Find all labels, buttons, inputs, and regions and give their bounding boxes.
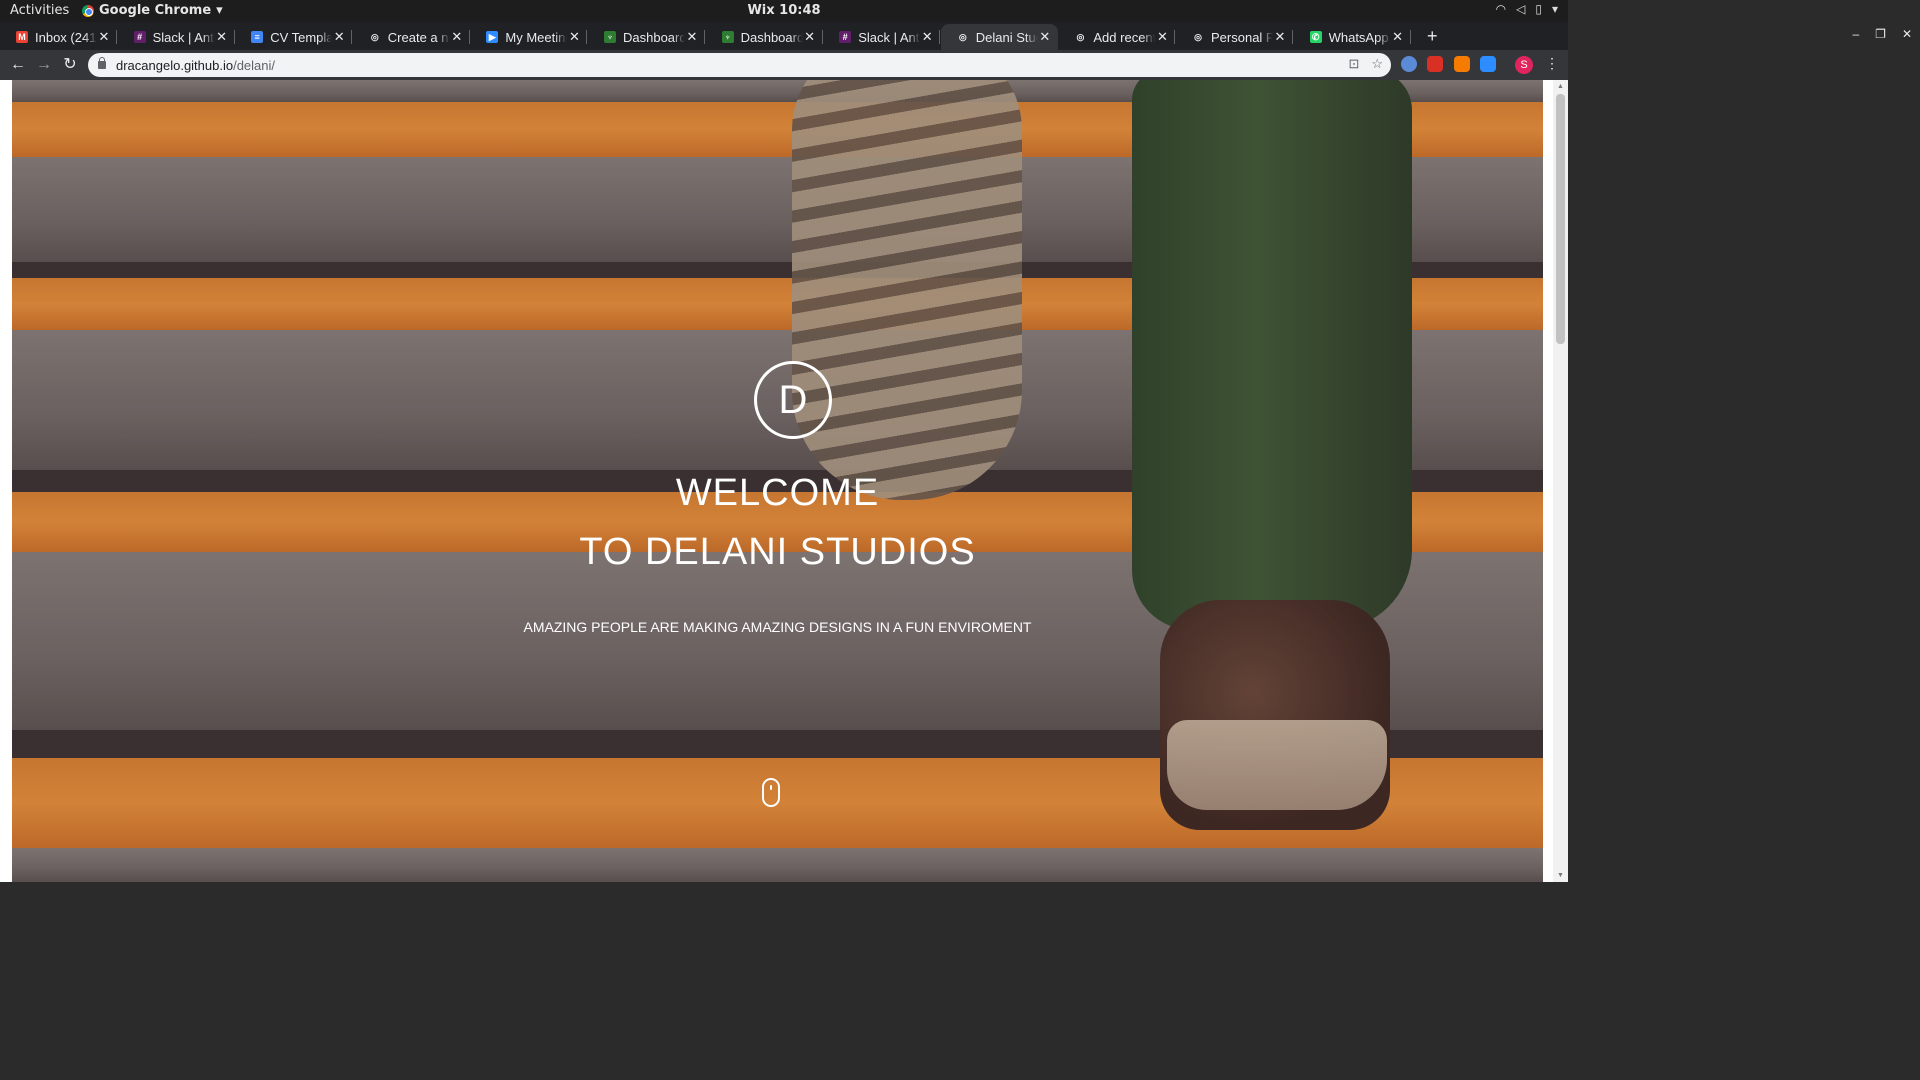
browser-tab[interactable]: ♆ Dashboard ✕ — [588, 24, 705, 50]
tab-title: Dashboard — [623, 29, 685, 45]
browser-tab[interactable]: ♆ Dashboard ✕ — [706, 24, 823, 50]
new-tab-button[interactable]: + — [1427, 26, 1438, 47]
browser-tab[interactable]: ✆ WhatsApp ✕ — [1294, 24, 1411, 50]
tab-title: CV Templat — [270, 29, 333, 45]
tab-title: Slack | Anth — [858, 29, 921, 45]
tab-title: Add recent — [1093, 29, 1156, 45]
browser-tab[interactable]: ▶ My Meeting ✕ — [470, 24, 588, 50]
url-path: /delani/ — [233, 57, 276, 73]
tab-title: My Meeting — [505, 29, 568, 45]
extension-icon[interactable] — [1427, 56, 1443, 72]
tab-title: Dashboard — [740, 29, 803, 45]
tab-close-icon[interactable]: ✕ — [450, 29, 464, 45]
browser-tab[interactable]: # Slack | Anth ✕ — [118, 24, 235, 50]
chevron-down-icon: ▾ — [1551, 2, 1558, 16]
palm-icon: ♆ — [721, 31, 734, 43]
tab-title: WhatsApp — [1328, 29, 1389, 45]
browser-tab[interactable]: # Slack | Anth ✕ — [823, 24, 941, 50]
forward-arrow-icon[interactable]: → — [34, 55, 54, 75]
scroll-up-arrow-icon[interactable]: ▲ — [1557, 83, 1564, 90]
scroll-down-arrow-icon[interactable]: ▼ — [1557, 872, 1564, 879]
tab-close-icon[interactable]: ✕ — [1155, 29, 1169, 45]
globe-icon: ◎ — [1076, 31, 1085, 42]
volume-icon: ◁ — [1516, 2, 1526, 16]
minimize-icon[interactable]: – — [1852, 27, 1859, 41]
docs-icon: ≡ — [251, 31, 264, 43]
browser-tab[interactable]: ≡ CV Templat ✕ — [235, 24, 353, 50]
page-scrollbar[interactable]: ▲ ▼ — [1553, 80, 1568, 882]
wifi-icon: ◠ — [1495, 2, 1507, 16]
globe-icon: ◎ — [958, 31, 967, 42]
brand-logo[interactable]: D — [754, 361, 832, 439]
tab-separator — [1409, 30, 1411, 44]
tab-close-icon[interactable]: ✕ — [803, 29, 817, 45]
page-viewport: D WELCOME TO DELANI STUDIOS AMAZING PEOP… — [0, 80, 1568, 882]
bookmark-star-icon[interactable]: ☆ — [1371, 56, 1383, 72]
tab-title: Personal Po — [1211, 29, 1273, 45]
restore-icon[interactable]: ❐ — [1875, 27, 1886, 41]
tab-title: Inbox (241) — [35, 29, 97, 45]
browser-tab[interactable]: M Inbox (241) ✕ — [0, 24, 117, 50]
url-host: dracangelo.github.io — [116, 57, 234, 73]
address-bar[interactable]: dracangelo.github.io/delani/ ⊡ ☆ — [88, 53, 1391, 77]
tab-close-icon[interactable]: ✕ — [332, 29, 346, 45]
browser-tab[interactable]: ◎ Add recent ✕ — [1058, 24, 1176, 50]
tab-close-icon[interactable]: ✕ — [567, 29, 581, 45]
tab-close-icon[interactable]: ✕ — [685, 29, 699, 45]
browser-tab[interactable]: ◎ Delani Stud ✕ — [940, 24, 1058, 50]
browser-toolbar: ← → ↻ dracangelo.github.io/delani/ ⊡ ☆ — [0, 50, 1568, 80]
extension-icon[interactable] — [1401, 56, 1417, 72]
scrollbar-thumb[interactable] — [1556, 94, 1565, 344]
lock-icon[interactable] — [98, 57, 106, 69]
clock[interactable]: Wix 10:48 — [0, 3, 1568, 18]
slack-icon: # — [133, 31, 146, 43]
tab-close-icon[interactable]: ✕ — [1038, 29, 1052, 45]
palm-icon: ♆ — [604, 31, 616, 43]
close-icon[interactable]: ✕ — [1902, 27, 1912, 41]
hero-heading-line2: TO DELANI STUDIOS — [579, 531, 976, 573]
extension-icon[interactable] — [1454, 56, 1470, 72]
translate-icon[interactable]: ⊡ — [1348, 56, 1359, 72]
omnibox-actions: ⊡ ☆ — [1348, 56, 1383, 72]
tab-close-icon[interactable]: ✕ — [215, 29, 229, 45]
zoom-icon: ▶ — [486, 31, 499, 43]
globe-icon: ◎ — [370, 31, 379, 42]
zoom-extension-icon[interactable] — [1480, 56, 1496, 72]
tab-close-icon[interactable]: ✕ — [1391, 29, 1405, 45]
tab-strip: M Inbox (241) ✕ # Slack | Anth ✕ ≡ CV Templat ✕ ◎… — [0, 22, 1568, 50]
menu-kebab-icon[interactable]: ⋮ — [1545, 55, 1559, 72]
hero-section: D WELCOME TO DELANI STUDIOS AMAZING PEOP… — [12, 80, 1543, 882]
tab-close-icon[interactable]: ✕ — [97, 29, 111, 45]
slack-icon: # — [839, 31, 852, 43]
window-controls: – ❐ ✕ — [1852, 27, 1912, 41]
tab-title: Slack | Anth — [152, 29, 215, 45]
system-top-bar: Activities Google Chrome ▾ Wix 10:48 ◠ ◁… — [0, 0, 1568, 22]
back-arrow-icon[interactable]: ← — [8, 55, 28, 75]
hero-tagline: AMAZING PEOPLE ARE MAKING AMAZING DESIGN… — [523, 619, 1032, 635]
system-tray[interactable]: ◠ ◁ ▯ ▾ — [1496, 2, 1558, 16]
gmail-icon: M — [16, 31, 28, 43]
tab-title: Create a ne — [387, 29, 450, 45]
whatsapp-icon: ✆ — [1309, 31, 1322, 43]
hero-heading-line1: WELCOME — [675, 472, 880, 514]
reload-icon[interactable]: ↻ — [60, 55, 80, 75]
browser-tab[interactable]: ◎ Create a ne ✕ — [353, 24, 470, 50]
profile-avatar[interactable]: S — [1515, 56, 1533, 74]
scroll-down-mouse-icon[interactable] — [762, 778, 780, 807]
browser-tab[interactable]: ◎ Personal Po✕ — [1176, 24, 1293, 50]
tab-close-icon[interactable]: ✕ — [920, 29, 934, 45]
tab-close-icon[interactable]: ✕ — [1273, 29, 1287, 45]
battery-icon: ▯ — [1535, 2, 1542, 16]
tab-title: Delani Stud — [975, 29, 1038, 45]
globe-icon: ◎ — [1194, 31, 1202, 42]
